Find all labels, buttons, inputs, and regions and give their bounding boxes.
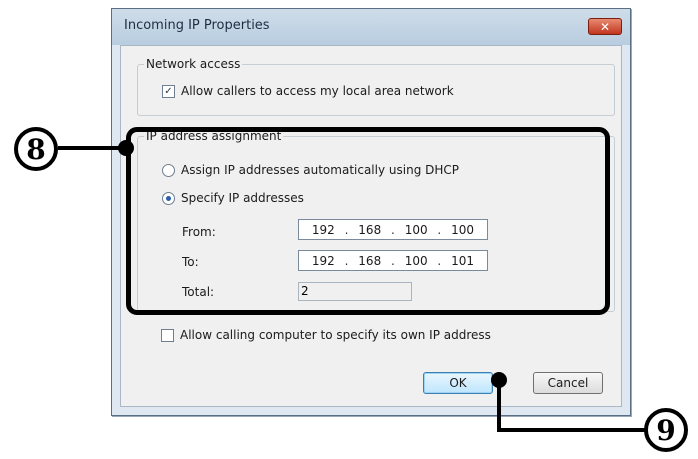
step-9-leader-horizontal <box>497 428 645 432</box>
dialog-title: Incoming IP Properties <box>124 18 270 33</box>
title-bar: Incoming IP Properties ✕ <box>112 9 630 45</box>
close-button[interactable]: ✕ <box>588 18 622 35</box>
step-9-callout: 9 <box>644 408 688 452</box>
cancel-button[interactable]: Cancel <box>533 372 603 394</box>
ok-button[interactable]: OK <box>423 372 493 394</box>
network-access-group: Network access ✓ Allow callers to access… <box>137 57 615 116</box>
allow-own-ip-row[interactable]: Allow calling computer to specify its ow… <box>161 328 491 342</box>
step-8-callout: 8 <box>14 127 58 171</box>
allow-lan-row[interactable]: ✓ Allow callers to access my local area … <box>162 84 454 98</box>
allow-lan-label: Allow callers to access my local area ne… <box>181 84 454 98</box>
step-8-leader-line <box>58 146 124 150</box>
step-8-anchor-dot <box>118 140 134 156</box>
close-icon: ✕ <box>599 19 611 34</box>
step-8-highlight-frame <box>126 127 610 315</box>
allow-own-ip-label: Allow calling computer to specify its ow… <box>180 328 491 342</box>
allow-own-ip-checkbox[interactable] <box>161 328 174 342</box>
network-access-legend: Network access <box>144 57 243 71</box>
allow-lan-checkbox[interactable]: ✓ <box>162 84 175 98</box>
step-9-leader-vertical <box>497 380 501 432</box>
